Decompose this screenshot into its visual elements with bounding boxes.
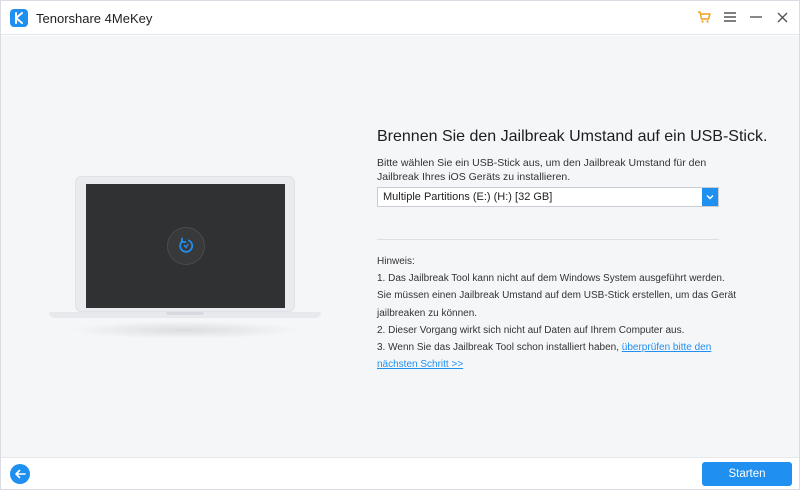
section-divider xyxy=(377,239,719,240)
jailbreak-refresh-icon xyxy=(166,227,205,265)
start-button[interactable]: Starten xyxy=(702,462,792,486)
usb-drive-selected-value: Multiple Partitions (E:) (H:) [32 GB] xyxy=(383,191,553,203)
hint-line: Sie müssen einen Jailbreak Umstand auf d… xyxy=(377,290,737,302)
close-icon[interactable] xyxy=(775,9,789,25)
hint-line: 2. Dieser Vorgang wirkt sich nicht auf D… xyxy=(377,324,685,336)
title-bar: Tenorshare 4MeKey xyxy=(1,1,799,35)
hint-line: 1. Das Jailbreak Tool kann nicht auf dem… xyxy=(377,273,725,285)
next-step-link[interactable]: überprüfen bitte den xyxy=(622,342,712,353)
hint-line: jailbreaken zu können. xyxy=(377,307,478,319)
hint-line: 3. Wenn Sie das Jailbreak Tool schon ins… xyxy=(377,339,722,356)
laptop-shadow xyxy=(69,321,301,339)
page-heading: Brennen Sie den Jailbreak Umstand auf ei… xyxy=(377,128,768,145)
laptop-screen xyxy=(86,184,285,308)
cart-icon[interactable] xyxy=(697,9,711,25)
window-controls xyxy=(697,9,789,25)
chevron-down-icon[interactable] xyxy=(702,188,718,206)
hint-line-prefix: 3. Wenn Sie das Jailbreak Tool schon ins… xyxy=(377,342,622,354)
hint-line: nächsten Schritt >> xyxy=(377,356,722,373)
next-step-link-continued[interactable]: nächsten Schritt >> xyxy=(377,359,463,370)
minimize-icon[interactable] xyxy=(749,9,763,25)
hint-title: Hinweis: xyxy=(377,256,415,267)
usb-drive-select[interactable]: Multiple Partitions (E:) (H:) [32 GB] xyxy=(377,187,719,207)
laptop-illustration xyxy=(49,176,321,354)
bottom-bar: Starten xyxy=(1,457,799,489)
app-window: Tenorshare 4MeKey Brennen Sie den Jailbr… xyxy=(0,0,800,490)
main-content: Brennen Sie den Jailbreak Umstand auf ei… xyxy=(1,36,799,457)
menu-icon[interactable] xyxy=(723,9,737,25)
laptop-notch xyxy=(166,312,204,315)
app-title: Tenorshare 4MeKey xyxy=(36,11,153,26)
page-description: Bitte wählen Sie ein USB-Stick aus, um d… xyxy=(377,157,707,183)
laptop-lid xyxy=(75,176,295,312)
k-logo-icon xyxy=(10,9,28,27)
arrow-left-icon[interactable] xyxy=(10,464,30,484)
hint-section: Hinweis: 1. Das Jailbreak Tool kann nich… xyxy=(377,253,737,373)
